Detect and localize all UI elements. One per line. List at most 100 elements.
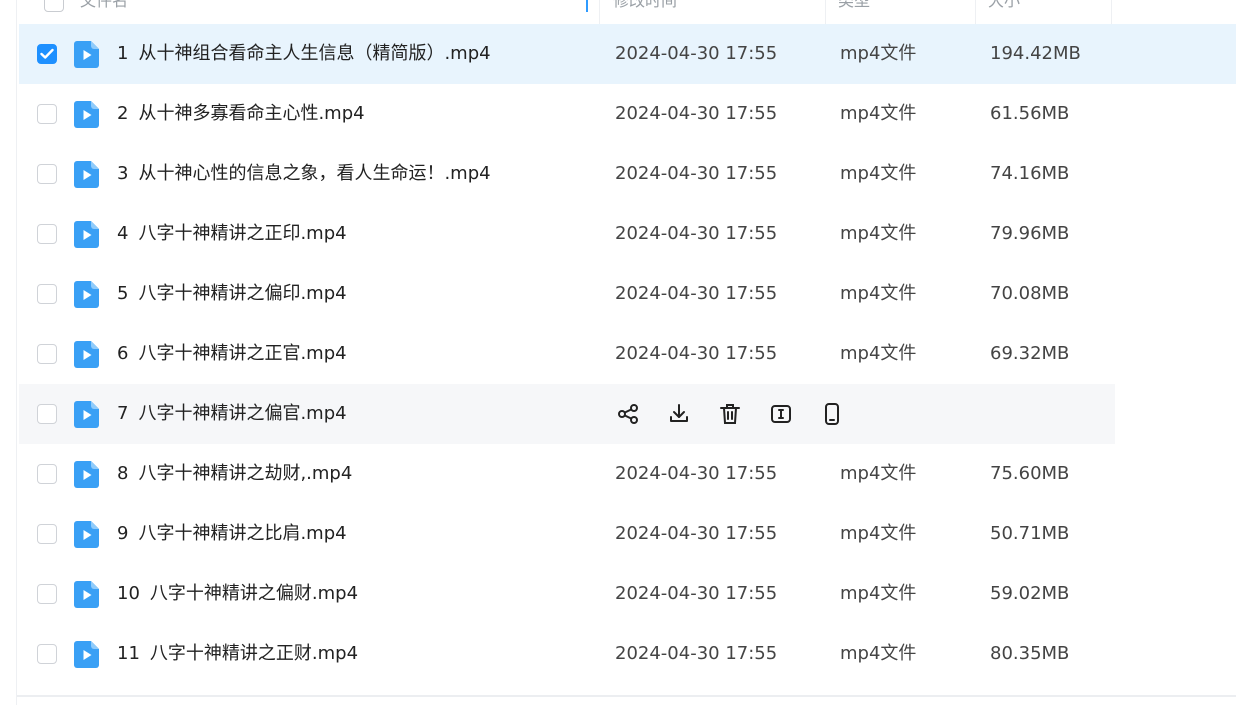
select-all-checkbox[interactable]	[44, 0, 64, 12]
table-row[interactable]: 7 八字十神精讲之偏官.mp4	[19, 384, 1115, 444]
file-list-panel: 文件名 修改时间 类型 大小 1 从十神组合看命主人生信息（精简版）.mp4 202…	[16, 0, 1236, 705]
file-type: mp4文件	[840, 523, 917, 544]
video-file-icon	[74, 281, 99, 308]
rename-icon[interactable]	[769, 402, 793, 426]
table-row[interactable]: 1 从十神组合看命主人生信息（精简版）.mp4 2024-04-30 17:55 mp…	[19, 24, 1236, 84]
video-file-icon	[74, 161, 99, 188]
table-row[interactable]: 10 八字十神精讲之偏财.mp4 2024-04-30 17:55 mp4文件 59.0…	[19, 564, 1115, 624]
table-row[interactable]: 5 八字十神精讲之偏印.mp4 2024-04-30 17:55 mp4文件 70.08…	[19, 264, 1115, 324]
file-size: 59.02MB	[990, 583, 1070, 604]
row-checkbox[interactable]	[37, 284, 57, 304]
download-icon[interactable]	[667, 402, 691, 426]
file-type: mp4文件	[840, 463, 917, 484]
file-name[interactable]: 6 八字十神精讲之正官.mp4	[117, 324, 347, 384]
file-type: mp4文件	[840, 223, 917, 244]
file-index: 2	[117, 103, 129, 124]
table-row[interactable]: 2 从十神多寡看命主心性.mp4 2024-04-30 17:55 mp4文件 61.5…	[19, 84, 1115, 144]
file-size: 79.96MB	[990, 223, 1070, 244]
row-checkbox[interactable]	[37, 464, 57, 484]
file-size: 80.35MB	[990, 643, 1070, 664]
file-name-text: 八字十神精讲之偏官.mp4	[138, 403, 347, 424]
video-file-icon	[74, 461, 99, 488]
column-header-type[interactable]: 类型	[826, 0, 976, 24]
table-row[interactable]: 9 八字十神精讲之比肩.mp4 2024-04-30 17:55 mp4文件 50.71…	[19, 504, 1115, 564]
file-size: 69.32MB	[990, 343, 1070, 364]
row-checkbox[interactable]	[37, 524, 57, 544]
file-modified: 2024-04-30 17:55	[615, 43, 778, 64]
file-size: 70.08MB	[990, 283, 1070, 304]
table-row[interactable]: 11 八字十神精讲之正财.mp4 2024-04-30 17:55 mp4文件 80.3…	[19, 624, 1115, 684]
video-file-icon	[74, 341, 99, 368]
video-file-icon	[74, 581, 99, 608]
file-index: 4	[117, 223, 129, 244]
table-row[interactable]: 3 从十神心性的信息之象，看人生命运！.mp4 2024-04-30 17:55 mp…	[19, 144, 1115, 204]
file-name[interactable]: 7 八字十神精讲之偏官.mp4	[117, 384, 347, 444]
file-type: mp4文件	[840, 43, 917, 64]
file-size: 74.16MB	[990, 163, 1070, 184]
row-checkbox[interactable]	[37, 584, 57, 604]
row-checkbox[interactable]	[37, 344, 57, 364]
row-checkbox[interactable]	[37, 44, 57, 64]
file-rows: 1 从十神组合看命主人生信息（精简版）.mp4 2024-04-30 17:55 mp…	[17, 24, 1236, 684]
table-row[interactable]: 8 八字十神精讲之劫财,.mp4 2024-04-30 17:55 mp4文件 75.6…	[19, 444, 1115, 504]
file-name[interactable]: 10 八字十神精讲之偏财.mp4	[117, 564, 358, 624]
file-name-text: 从十神组合看命主人生信息（精简版）.mp4	[138, 43, 491, 64]
file-name-text: 从十神多寡看命主心性.mp4	[138, 103, 365, 124]
check-icon	[40, 48, 54, 59]
video-file-icon	[74, 41, 99, 68]
video-file-icon	[74, 401, 99, 428]
file-index: 11	[117, 643, 140, 664]
row-checkbox[interactable]	[37, 104, 57, 124]
file-index: 6	[117, 343, 129, 364]
file-list-header: 文件名 修改时间 类型 大小	[17, 0, 1236, 24]
file-index: 7	[117, 403, 129, 424]
file-type: mp4文件	[840, 643, 917, 664]
column-header-size[interactable]: 大小	[976, 0, 1112, 24]
file-name[interactable]: 11 八字十神精讲之正财.mp4	[117, 624, 358, 684]
file-name[interactable]: 9 八字十神精讲之比肩.mp4	[117, 504, 347, 564]
file-name-text: 从十神心性的信息之象，看人生命运！.mp4	[138, 163, 491, 184]
file-name[interactable]: 4 八字十神精讲之正印.mp4	[117, 204, 347, 264]
file-type: mp4文件	[840, 103, 917, 124]
file-name[interactable]: 5 八字十神精讲之偏印.mp4	[117, 264, 347, 324]
file-name-text: 八字十神精讲之劫财,.mp4	[138, 463, 353, 484]
file-type: mp4文件	[840, 343, 917, 364]
video-file-icon	[74, 521, 99, 548]
video-file-icon	[74, 101, 99, 128]
file-modified: 2024-04-30 17:55	[615, 583, 778, 604]
file-index: 5	[117, 283, 129, 304]
file-modified: 2024-04-30 17:55	[615, 523, 778, 544]
file-name-text: 八字十神精讲之比肩.mp4	[138, 523, 347, 544]
file-modified: 2024-04-30 17:55	[615, 223, 778, 244]
file-type: mp4文件	[840, 583, 917, 604]
delete-icon[interactable]	[718, 402, 742, 426]
file-index: 10	[117, 583, 140, 604]
row-checkbox[interactable]	[37, 644, 57, 664]
table-row[interactable]: 4 八字十神精讲之正印.mp4 2024-04-30 17:55 mp4文件 79.96…	[19, 204, 1115, 264]
share-icon[interactable]	[616, 402, 640, 426]
video-file-icon	[74, 641, 99, 668]
column-header-modified[interactable]: 修改时间	[600, 0, 826, 24]
file-name[interactable]: 3 从十神心性的信息之象，看人生命运！.mp4	[117, 144, 491, 204]
file-name[interactable]: 1 从十神组合看命主人生信息（精简版）.mp4	[117, 24, 491, 84]
row-checkbox[interactable]	[37, 224, 57, 244]
file-modified: 2024-04-30 17:55	[615, 643, 778, 664]
video-file-icon	[74, 221, 99, 248]
file-size: 50.71MB	[990, 523, 1070, 544]
list-bottom-divider	[17, 695, 1236, 697]
column-header-name[interactable]: 文件名	[80, 0, 600, 24]
file-modified: 2024-04-30 17:55	[615, 103, 778, 124]
file-index: 1	[117, 43, 129, 64]
file-modified: 2024-04-30 17:55	[615, 163, 778, 184]
file-name[interactable]: 8 八字十神精讲之劫财,.mp4	[117, 444, 352, 504]
file-type: mp4文件	[840, 283, 917, 304]
file-name[interactable]: 2 从十神多寡看命主心性.mp4	[117, 84, 365, 144]
file-name-text: 八字十神精讲之正官.mp4	[138, 343, 347, 364]
file-name-text: 八字十神精讲之偏财.mp4	[149, 583, 359, 604]
row-checkbox[interactable]	[37, 404, 57, 424]
send-to-phone-icon[interactable]	[820, 402, 844, 426]
table-row[interactable]: 6 八字十神精讲之正官.mp4 2024-04-30 17:55 mp4文件 69.32…	[19, 324, 1115, 384]
row-checkbox[interactable]	[37, 164, 57, 184]
file-size: 61.56MB	[990, 103, 1070, 124]
sort-indicator-icon	[586, 0, 588, 12]
